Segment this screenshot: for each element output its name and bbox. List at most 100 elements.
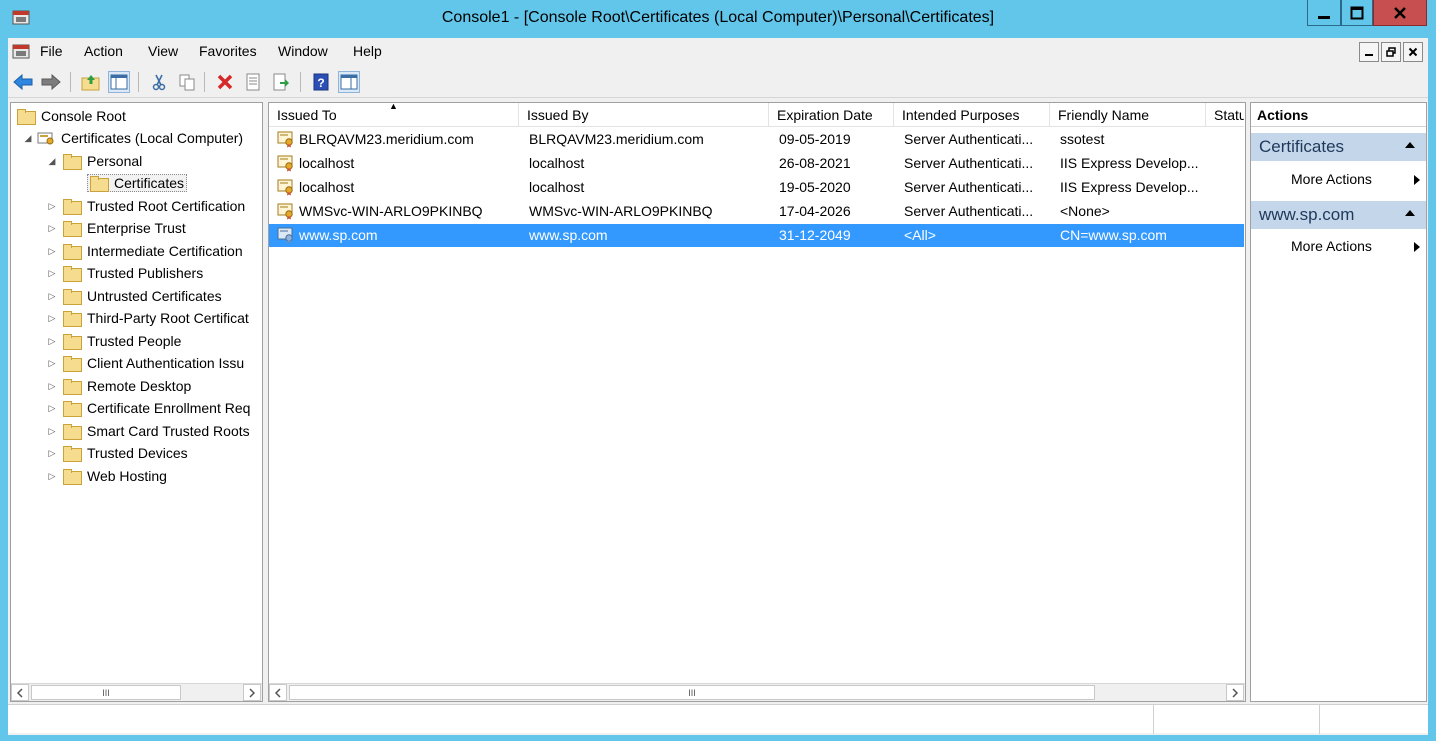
collapsed-chevron-icon[interactable]: ▷ (47, 313, 57, 323)
column-header-expiration-date[interactable]: Expiration Date (769, 103, 894, 127)
collapsed-chevron-icon[interactable]: ▷ (47, 403, 57, 413)
more-actions-link[interactable]: More Actions (1291, 238, 1420, 254)
scroll-left-button[interactable] (269, 684, 287, 701)
column-header-status[interactable]: Statu (1206, 103, 1244, 127)
menu-view[interactable]: View (148, 43, 178, 59)
help-button[interactable]: ? (310, 71, 332, 93)
back-button[interactable] (12, 71, 34, 93)
expanded-chevron-icon[interactable]: ◢ (23, 133, 33, 143)
show-hide-action-pane-button[interactable] (338, 71, 360, 93)
collapse-up-icon[interactable] (1404, 209, 1416, 217)
column-header-intended-purposes[interactable]: Intended Purposes (894, 103, 1050, 127)
menu-file[interactable]: File (40, 43, 63, 59)
certificate-icon (277, 155, 293, 172)
tree-node-store[interactable]: ▷ Trusted Devices (47, 442, 188, 464)
maximize-button[interactable] (1341, 0, 1373, 26)
menu-favorites[interactable]: Favorites (199, 43, 257, 59)
menu-help[interactable]: Help (353, 43, 382, 59)
cut-button[interactable] (148, 71, 170, 93)
cell-issued-to: BLRQAVM23.meridium.com (299, 131, 474, 147)
close-button[interactable] (1373, 0, 1427, 26)
tree-node-store[interactable]: ▷ Certificate Enrollment Req (47, 397, 250, 419)
scroll-left-button[interactable] (11, 684, 29, 701)
collapsed-chevron-icon[interactable]: ▷ (47, 426, 57, 436)
cell-issued-to: localhost (299, 155, 355, 171)
tree-node-store[interactable]: ▷ Trusted People (47, 330, 181, 352)
tree-node-console-root[interactable]: Console Root (17, 105, 126, 127)
action-item-label: More Actions (1291, 171, 1372, 187)
tree-node-store[interactable]: ▷ Third-Party Root Certificat (47, 307, 249, 329)
table-row[interactable]: localhost localhost 19-05-2020 Server Au… (269, 176, 1244, 199)
scroll-right-button[interactable] (243, 684, 261, 701)
column-header-friendly-name[interactable]: Friendly Name (1050, 103, 1206, 127)
list-horizontal-scrollbar[interactable]: III (269, 683, 1245, 701)
show-hide-action-pane-icon (340, 74, 358, 90)
tree-node-store[interactable]: ▷ Trusted Root Certification (47, 195, 245, 217)
collapsed-chevron-icon[interactable]: ▷ (47, 291, 57, 301)
tree-node-store[interactable]: ▷ Intermediate Certification (47, 240, 243, 262)
tree-node-certificates[interactable]: Certificates (87, 172, 188, 194)
tree-node-certificates-local-computer[interactable]: ◢ Certificates (Local Computer) (23, 127, 244, 149)
chevron-right-icon (1232, 687, 1239, 698)
tree-node-store[interactable]: ▷ Client Authentication Issu (47, 352, 244, 374)
show-hide-console-tree-button[interactable] (108, 71, 130, 93)
table-row[interactable]: localhost localhost 26-08-2021 Server Au… (269, 152, 1244, 175)
tree-node-store[interactable]: ▷ Remote Desktop (47, 375, 191, 397)
scroll-thumb[interactable]: III (289, 685, 1095, 700)
mdi-restore-button[interactable] (1381, 42, 1401, 62)
tree-node-store[interactable]: ▷ Smart Card Trusted Roots (47, 420, 250, 442)
tree-node-personal[interactable]: ◢ Personal (47, 150, 142, 172)
cell-expiration-date: 31-12-2049 (779, 227, 851, 243)
collapsed-chevron-icon[interactable]: ▷ (47, 246, 57, 256)
collapsed-chevron-icon[interactable]: ▷ (47, 336, 57, 346)
menu-window[interactable]: Window (278, 43, 328, 59)
column-header-issued-to[interactable]: Issued To ▲ (269, 103, 519, 127)
collapsed-chevron-icon[interactable]: ▷ (47, 201, 57, 211)
export-list-button[interactable] (270, 71, 292, 93)
action-group-certificates[interactable]: Certificates (1251, 133, 1426, 161)
collapsed-chevron-icon[interactable]: ▷ (47, 381, 57, 391)
tree-node-store[interactable]: ▷ Untrusted Certificates (47, 285, 222, 307)
forward-button[interactable] (40, 71, 62, 93)
scroll-thumb[interactable]: III (31, 685, 181, 700)
menu-action[interactable]: Action (84, 43, 123, 59)
title-bar: Console1 - [Console Root\Certificates (L… (0, 0, 1436, 38)
table-row[interactable]: BLRQAVM23.meridium.com BLRQAVM23.meridiu… (269, 128, 1244, 151)
expanded-chevron-icon[interactable]: ◢ (47, 156, 57, 166)
certificate-icon (277, 203, 293, 220)
cell-intended-purposes: Server Authenticati... (904, 131, 1034, 147)
scroll-right-button[interactable] (1226, 684, 1244, 701)
collapsed-chevron-icon[interactable]: ▷ (47, 448, 57, 458)
up-one-level-button[interactable] (80, 71, 102, 93)
copy-button[interactable] (176, 71, 198, 93)
mdi-minimize-button[interactable] (1359, 42, 1379, 62)
minimize-icon (1365, 54, 1373, 56)
column-header-issued-by[interactable]: Issued By (519, 103, 769, 127)
mdi-close-button[interactable] (1403, 42, 1423, 62)
collapsed-chevron-icon[interactable]: ▷ (47, 223, 57, 233)
table-row[interactable]: WMSvc-WIN-ARLO9PKINBQ WMSvc-WIN-ARLO9PKI… (269, 200, 1244, 223)
action-group-selected-item[interactable]: www.sp.com (1251, 201, 1426, 229)
collapsed-chevron-icon[interactable]: ▷ (47, 358, 57, 368)
tree-node-store[interactable]: ▷ Web Hosting (47, 465, 167, 487)
certificate-list: Issued To ▲ Issued By Expiration Date In… (268, 102, 1246, 702)
delete-button[interactable] (214, 71, 236, 93)
folder-icon (63, 356, 82, 372)
tree-horizontal-scrollbar[interactable]: III (11, 683, 262, 701)
back-icon (13, 74, 33, 90)
table-row-selected[interactable]: www.sp.com www.sp.com 31-12-2049 <All> C… (269, 224, 1244, 247)
actions-pane: Actions Certificates More Actions www.sp… (1250, 102, 1427, 702)
restore-icon (1386, 47, 1396, 57)
collapsed-chevron-icon[interactable]: ▷ (47, 268, 57, 278)
console-menu-icon[interactable] (12, 42, 30, 60)
minimize-button[interactable] (1307, 0, 1341, 26)
more-actions-link[interactable]: More Actions (1291, 171, 1420, 187)
tree-node-store[interactable]: ▷ Enterprise Trust (47, 217, 186, 239)
collapse-up-icon[interactable] (1404, 141, 1416, 149)
tree-node-store[interactable]: ▷ Trusted Publishers (47, 262, 203, 284)
toolbar-separator (138, 72, 139, 92)
collapsed-chevron-icon[interactable]: ▷ (47, 471, 57, 481)
cell-issued-by: localhost (529, 179, 585, 195)
properties-button[interactable] (242, 71, 264, 93)
menu-bar: File Action View Favorites Window Help (8, 38, 1428, 64)
